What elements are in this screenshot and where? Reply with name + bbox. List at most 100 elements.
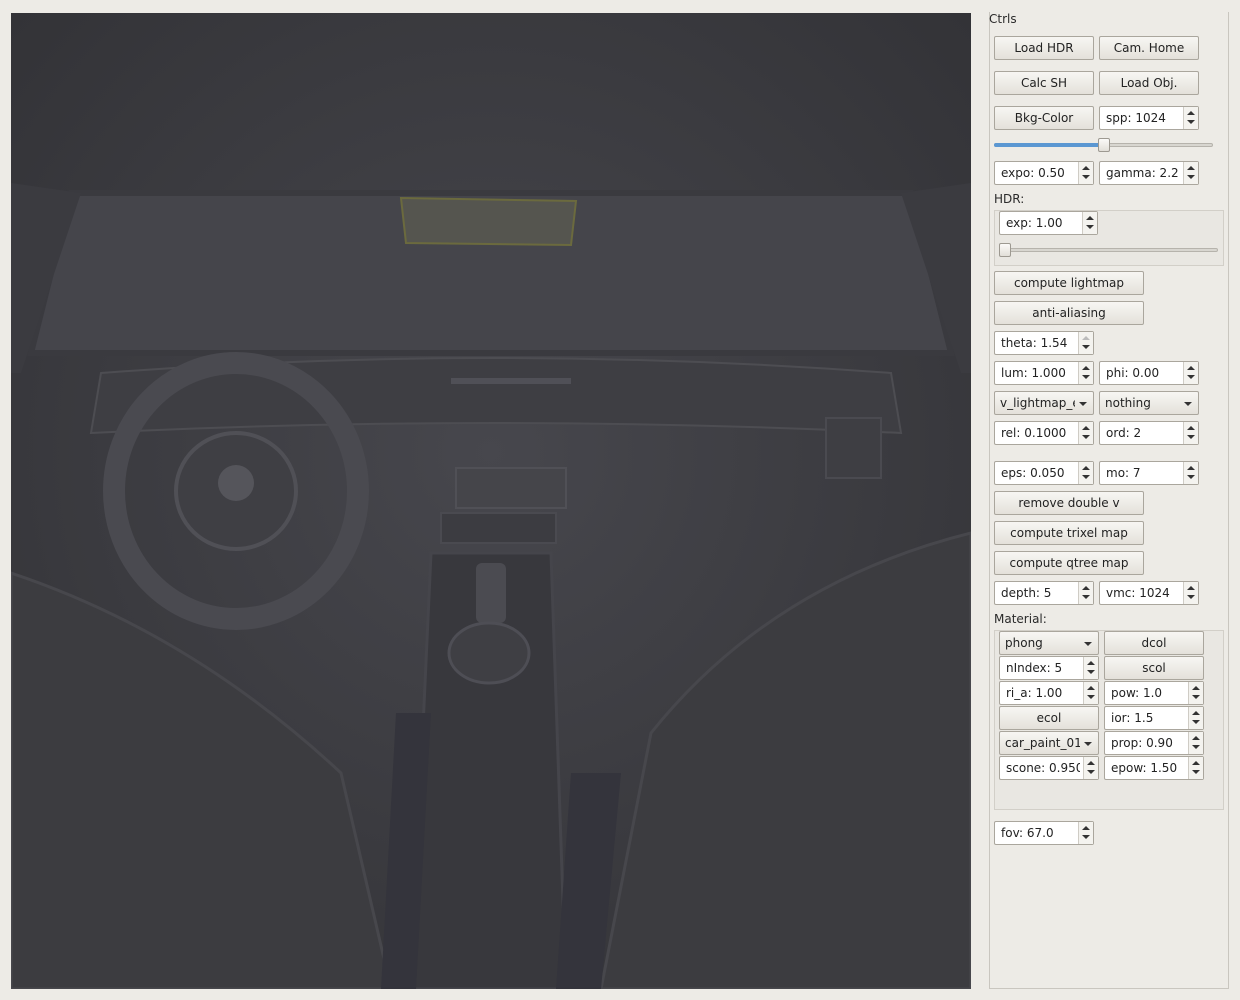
spin-up-icon[interactable]	[1082, 366, 1090, 370]
spin-up-icon[interactable]	[1192, 761, 1200, 765]
mo-spinbox[interactable]: mo: 7	[1099, 461, 1199, 485]
spin-up-icon[interactable]	[1082, 336, 1090, 340]
spin-down-icon[interactable]	[1187, 175, 1195, 179]
spin-up-icon[interactable]	[1082, 166, 1090, 170]
compute-trixel-map-button[interactable]: compute trixel map	[994, 521, 1144, 545]
expo-spinbox[interactable]: expo: 0.50	[994, 161, 1094, 185]
theta-spinbox[interactable]: theta: 1.54	[994, 331, 1094, 355]
spin-up-icon[interactable]	[1187, 366, 1195, 370]
fov-spinbox[interactable]: fov: 67.0	[994, 821, 1094, 845]
depth-value: depth: 5	[1001, 586, 1052, 600]
spin-down-icon[interactable]	[1082, 175, 1090, 179]
pow-value: pow: 1.0	[1111, 686, 1163, 700]
hdr-exp-slider[interactable]	[999, 243, 1218, 257]
spin-up-icon[interactable]	[1082, 466, 1090, 470]
lum-spinbox[interactable]: lum: 1.000	[994, 361, 1094, 385]
spin-up-icon[interactable]	[1192, 736, 1200, 740]
spin-up-icon[interactable]	[1187, 426, 1195, 430]
pow-spinbox[interactable]: pow: 1.0	[1104, 681, 1204, 705]
spin-down-icon[interactable]	[1082, 345, 1090, 349]
spin-up-icon[interactable]	[1192, 686, 1200, 690]
calc-sh-button[interactable]: Calc SH	[994, 71, 1094, 95]
spin-up-icon[interactable]	[1082, 586, 1090, 590]
spin-down-icon[interactable]	[1087, 770, 1095, 774]
spin-down-icon[interactable]	[1086, 225, 1094, 229]
load-hdr-button[interactable]: Load HDR	[994, 36, 1094, 60]
phi-spinbox[interactable]: phi: 0.00	[1099, 361, 1199, 385]
spin-up-icon[interactable]	[1192, 711, 1200, 715]
ri-a-spinbox[interactable]: ri_a: 1.00	[999, 681, 1099, 705]
ior-spinbox[interactable]: ior: 1.5	[1104, 706, 1204, 730]
spin-down-icon[interactable]	[1082, 435, 1090, 439]
spin-down-icon[interactable]	[1192, 770, 1200, 774]
spin-up-icon[interactable]	[1187, 466, 1195, 470]
spin-down-icon[interactable]	[1082, 595, 1090, 599]
hdr-exp-value: exp: 1.00	[1006, 216, 1063, 230]
slider-handle[interactable]	[1098, 138, 1110, 152]
spin-down-icon[interactable]	[1082, 835, 1090, 839]
spin-down-icon[interactable]	[1082, 375, 1090, 379]
gamma-spinbox[interactable]: gamma: 2.2	[1099, 161, 1199, 185]
render-viewport[interactable]	[11, 13, 971, 989]
remove-double-button[interactable]: remove double v	[994, 491, 1144, 515]
hdr-label: HDR:	[994, 192, 1025, 206]
shader-select[interactable]: phong	[999, 631, 1099, 655]
scone-spinbox[interactable]: scone: 0.950	[999, 756, 1099, 780]
anti-aliasing-button[interactable]: anti-aliasing	[994, 301, 1144, 325]
load-obj-button[interactable]: Load Obj.	[1099, 71, 1199, 95]
chevron-down-icon	[1079, 402, 1087, 406]
spin-down-icon[interactable]	[1192, 745, 1200, 749]
spin-up-icon[interactable]	[1087, 661, 1095, 665]
spin-up-icon[interactable]	[1087, 761, 1095, 765]
prop-spinbox[interactable]: prop: 0.90	[1104, 731, 1204, 755]
vmc-spinbox[interactable]: vmc: 1024	[1099, 581, 1199, 605]
hdr-exp-spinbox[interactable]: exp: 1.00	[999, 211, 1098, 235]
spp-slider[interactable]	[994, 138, 1213, 152]
mo-value: mo: 7	[1106, 466, 1141, 480]
spin-up-icon[interactable]	[1187, 166, 1195, 170]
epow-spinbox[interactable]: epow: 1.50	[1104, 756, 1204, 780]
theta-value: theta: 1.54	[1001, 336, 1068, 350]
spin-down-icon[interactable]	[1087, 670, 1095, 674]
spin-down-icon[interactable]	[1087, 695, 1095, 699]
spin-down-icon[interactable]	[1187, 375, 1195, 379]
bkg-color-button[interactable]: Bkg-Color	[994, 106, 1094, 130]
dcol-button[interactable]: dcol	[1104, 631, 1204, 655]
nindex-spinbox[interactable]: nIndex: 5	[999, 656, 1099, 680]
spin-down-icon[interactable]	[1192, 720, 1200, 724]
cam-home-button[interactable]: Cam. Home	[1099, 36, 1199, 60]
depth-spinbox[interactable]: depth: 5	[994, 581, 1094, 605]
shader-select-value: phong	[1005, 636, 1043, 650]
nothing-select-value: nothing	[1105, 396, 1151, 410]
mode-select[interactable]: v_lightmap_e	[994, 391, 1094, 415]
spp-value: spp: 1024	[1106, 111, 1166, 125]
spin-down-icon[interactable]	[1082, 475, 1090, 479]
spin-down-icon[interactable]	[1187, 475, 1195, 479]
nothing-select[interactable]: nothing	[1099, 391, 1199, 415]
nindex-value: nIndex: 5	[1006, 661, 1063, 675]
spin-down-icon[interactable]	[1187, 120, 1195, 124]
spin-up-icon[interactable]	[1087, 686, 1095, 690]
spin-up-icon[interactable]	[1082, 826, 1090, 830]
ord-spinbox[interactable]: ord: 2	[1099, 421, 1199, 445]
eps-value: eps: 0.050	[1001, 466, 1065, 480]
rel-spinbox[interactable]: rel: 0.1000	[994, 421, 1094, 445]
eps-spinbox[interactable]: eps: 0.050	[994, 461, 1094, 485]
compute-qtree-map-button[interactable]: compute qtree map	[994, 551, 1144, 575]
spin-up-icon[interactable]	[1082, 426, 1090, 430]
spin-up-icon[interactable]	[1187, 586, 1195, 590]
spp-spinbox[interactable]: spp: 1024	[1099, 106, 1199, 130]
spin-up-icon[interactable]	[1187, 111, 1195, 115]
spin-down-icon[interactable]	[1192, 695, 1200, 699]
spin-down-icon[interactable]	[1187, 595, 1195, 599]
material-name-select[interactable]: car_paint_01	[999, 731, 1099, 755]
compute-lightmap-button[interactable]: compute lightmap	[994, 271, 1144, 295]
spin-down-icon[interactable]	[1187, 435, 1195, 439]
expo-value: expo: 0.50	[1001, 166, 1065, 180]
spin-up-icon[interactable]	[1086, 216, 1094, 220]
ecol-button[interactable]: ecol	[999, 706, 1099, 730]
car-interior-render	[11, 13, 971, 989]
scol-button[interactable]: scol	[1104, 656, 1204, 680]
material-name-value: car_paint_01	[1005, 736, 1080, 750]
slider-handle[interactable]	[999, 243, 1011, 257]
